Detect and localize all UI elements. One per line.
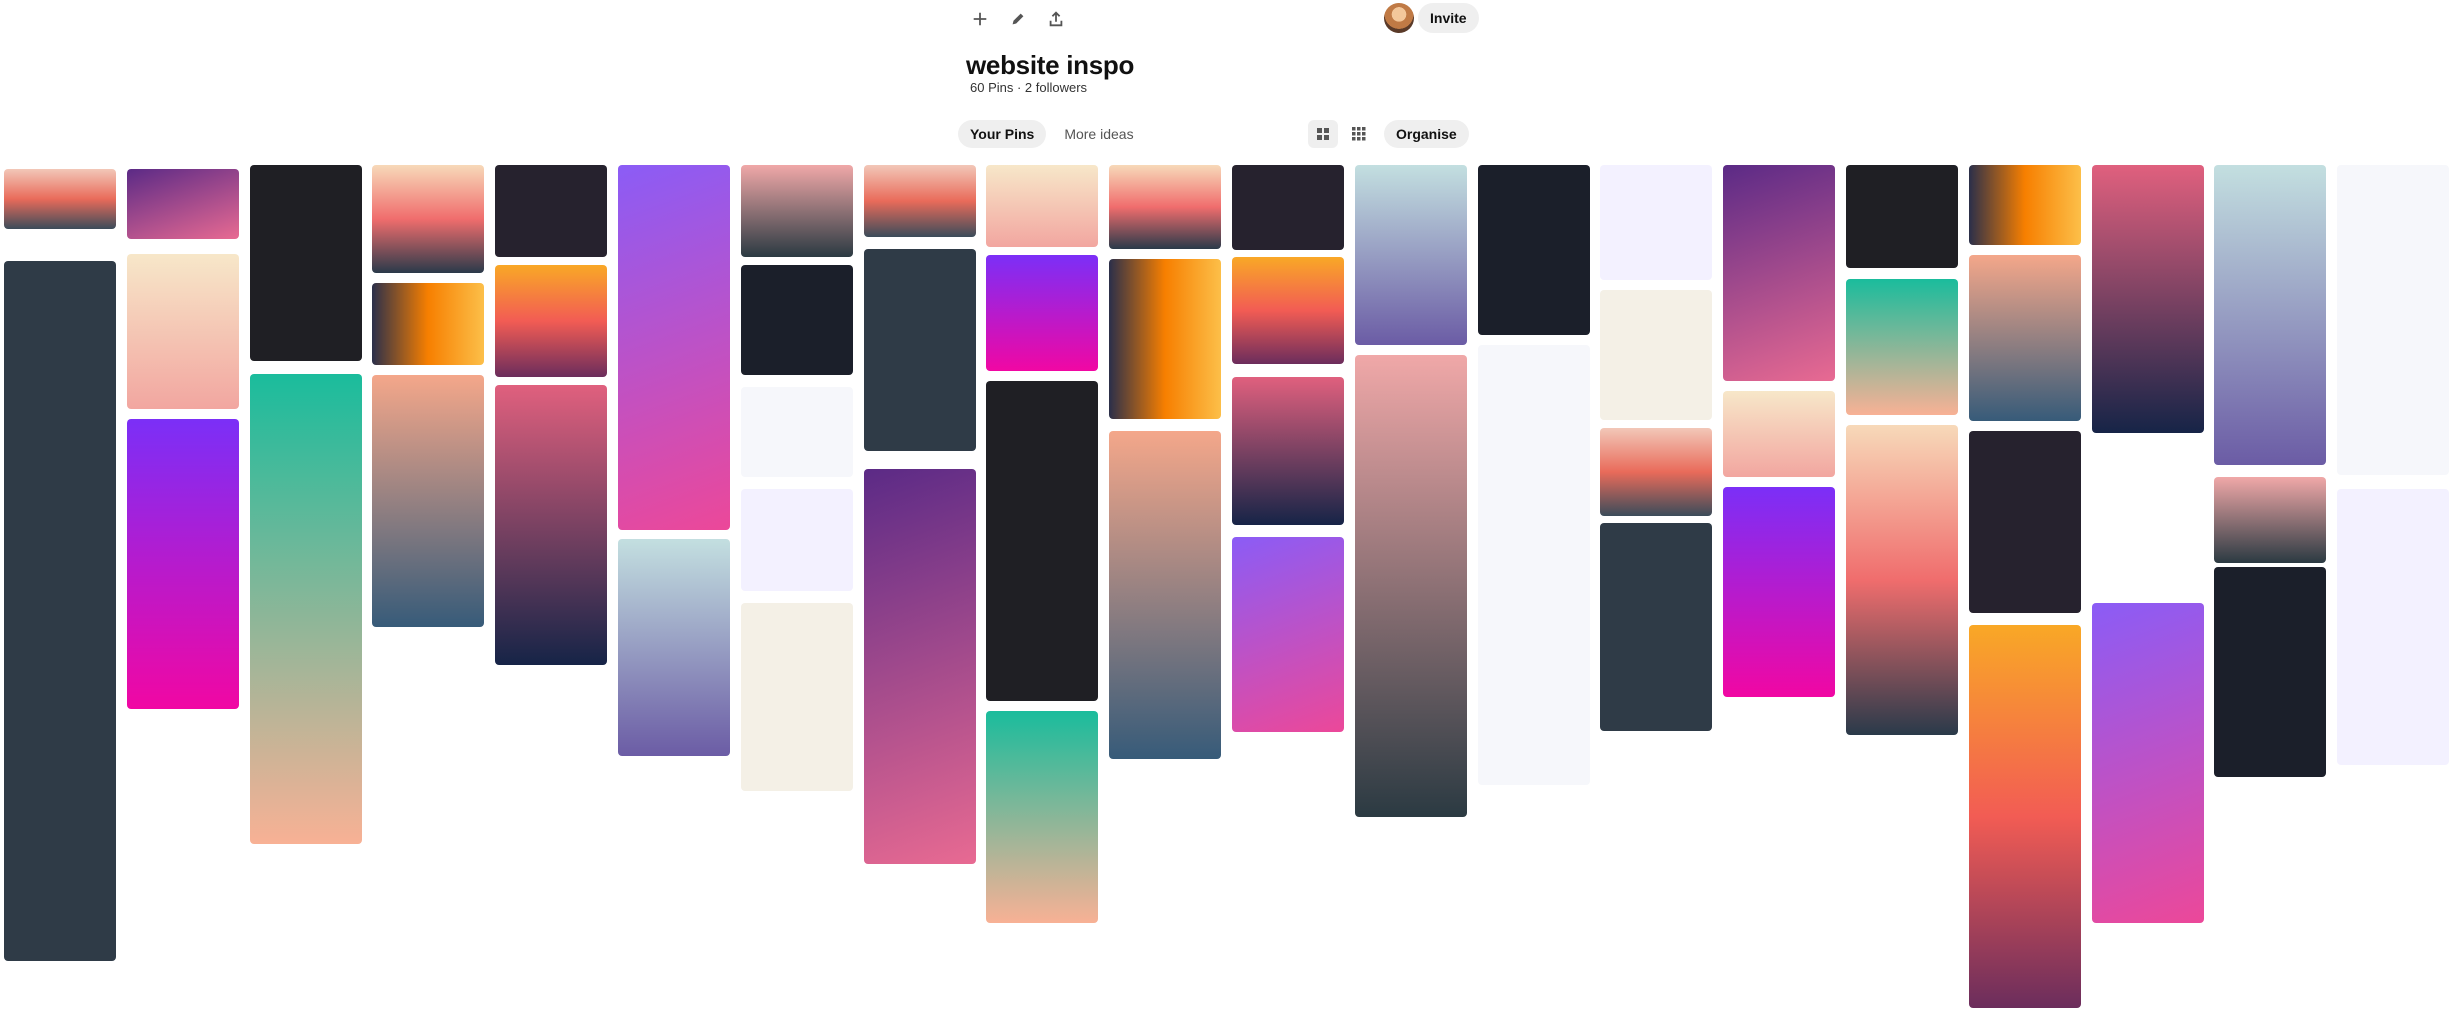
board-tabs: Your Pins More ideas <box>958 120 1146 148</box>
tab-more-ideas[interactable]: More ideas <box>1052 120 1145 148</box>
pin-card[interactable] <box>1600 290 1713 420</box>
tab-your-pins[interactable]: Your Pins <box>958 120 1047 148</box>
pin-card[interactable] <box>618 539 730 756</box>
pin-card[interactable] <box>126 254 239 409</box>
pin-card[interactable] <box>495 165 608 257</box>
pin-card[interactable] <box>1232 165 1344 250</box>
pin-card[interactable] <box>249 374 362 844</box>
pin-card[interactable] <box>618 165 730 530</box>
pin-card[interactable] <box>495 265 608 377</box>
pin-card[interactable] <box>1600 523 1713 731</box>
pin-card[interactable] <box>863 165 976 237</box>
pin-card[interactable] <box>495 385 608 665</box>
edit-icon[interactable] <box>1004 5 1032 33</box>
pin-card[interactable] <box>986 711 1099 923</box>
pin-card[interactable] <box>4 169 116 229</box>
pin-grid <box>0 165 2452 1010</box>
pin-card[interactable] <box>1968 625 2081 1008</box>
pin-card[interactable] <box>863 469 976 864</box>
pin-card[interactable] <box>1600 165 1713 280</box>
board-toolbar <box>966 5 1070 33</box>
pin-card[interactable] <box>1477 345 1590 785</box>
pin-card[interactable] <box>1846 425 1958 735</box>
pin-card[interactable] <box>2337 489 2450 765</box>
pin-card[interactable] <box>1232 377 1344 525</box>
pin-card[interactable] <box>1109 259 1222 419</box>
pin-card[interactable] <box>1477 165 1590 335</box>
pin-card[interactable] <box>2214 165 2327 465</box>
default-layout-icon[interactable] <box>1308 120 1338 148</box>
pin-card[interactable] <box>2214 477 2327 563</box>
compact-layout-icon[interactable] <box>1344 120 1374 148</box>
collaborator-avatar[interactable] <box>1384 3 1414 33</box>
pin-card[interactable] <box>2091 165 2204 433</box>
add-icon[interactable] <box>966 5 994 33</box>
pin-card[interactable] <box>1109 431 1222 759</box>
pin-card[interactable] <box>126 169 239 239</box>
pin-card[interactable] <box>2337 165 2450 475</box>
pin-card[interactable] <box>1846 279 1958 415</box>
pin-card[interactable] <box>740 265 853 375</box>
pin-card[interactable] <box>1232 257 1344 364</box>
pin-card[interactable] <box>2214 567 2327 777</box>
pin-card[interactable] <box>2091 603 2204 923</box>
pin-card[interactable] <box>126 419 239 709</box>
board-title: website inspo <box>966 50 1135 80</box>
pin-card[interactable] <box>1354 165 1467 345</box>
pin-card[interactable] <box>1600 428 1713 516</box>
organise-button[interactable]: Organise <box>1384 120 1469 148</box>
pin-card[interactable] <box>740 489 853 591</box>
pin-card[interactable] <box>372 375 485 627</box>
pin-card[interactable] <box>740 603 853 791</box>
pin-card[interactable] <box>372 283 485 365</box>
pin-card[interactable] <box>1723 487 1836 697</box>
pin-card[interactable] <box>863 249 976 451</box>
pin-card[interactable] <box>740 165 853 257</box>
pin-card[interactable] <box>1846 165 1958 268</box>
pin-card[interactable] <box>1968 165 2081 245</box>
pin-card[interactable] <box>1109 165 1222 249</box>
board-stats: 60 Pins · 2 followers <box>970 80 1088 95</box>
view-controls: Organise <box>1308 120 1469 148</box>
pin-card[interactable] <box>372 165 485 273</box>
pin-card[interactable] <box>986 381 1099 701</box>
pin-card[interactable] <box>1723 165 1836 381</box>
pin-card[interactable] <box>986 255 1099 371</box>
pin-card[interactable] <box>986 165 1099 247</box>
pin-card[interactable] <box>249 165 362 361</box>
invite-button[interactable]: Invite <box>1418 3 1479 33</box>
pin-card[interactable] <box>1354 355 1467 817</box>
pin-card[interactable] <box>1968 431 2081 613</box>
share-icon[interactable] <box>1042 5 1070 33</box>
pin-card[interactable] <box>1968 255 2081 421</box>
pin-card[interactable] <box>740 387 853 477</box>
pin-card[interactable] <box>1723 391 1836 477</box>
pin-card[interactable] <box>4 261 116 961</box>
pin-card[interactable] <box>1232 537 1344 732</box>
